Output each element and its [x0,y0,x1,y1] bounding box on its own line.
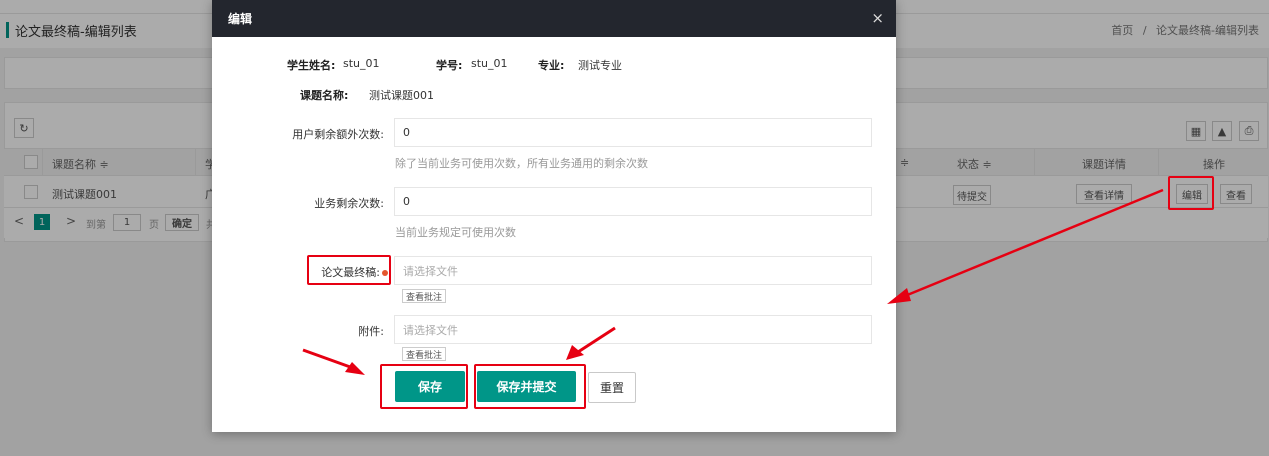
arrow-to-edit [887,188,1164,304]
arrow-to-save-submit [566,326,616,360]
arrow-to-save [302,348,365,375]
annotation-arrows [302,188,1164,375]
